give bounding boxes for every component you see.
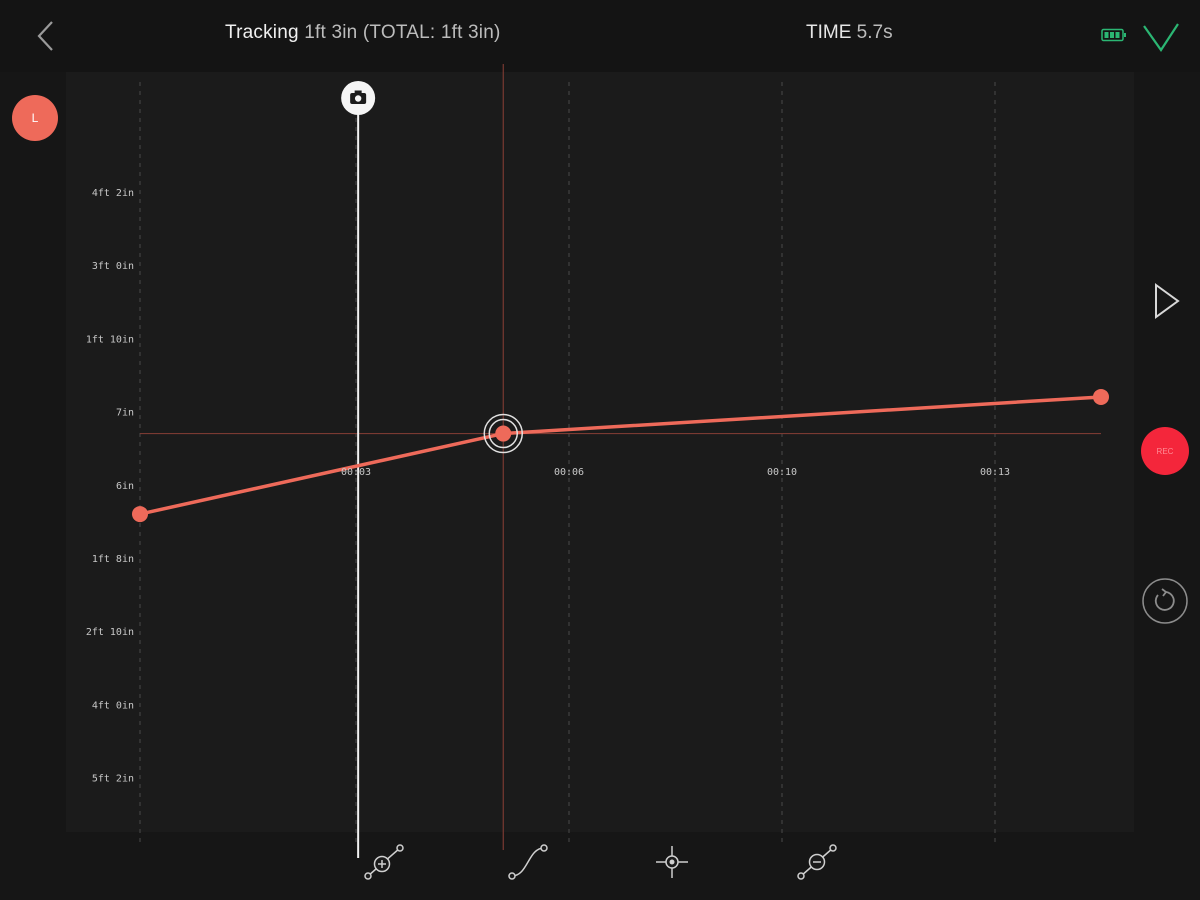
add-keyframe-icon	[364, 844, 404, 880]
time-value: 5.7s	[856, 22, 893, 43]
curve-button[interactable]	[506, 840, 550, 884]
play-button[interactable]	[1146, 280, 1186, 322]
back-button[interactable]	[28, 16, 64, 56]
time-readout: TIME 5.7s	[806, 22, 893, 44]
top-bar: Tracking 1ft 3in (TOTAL: 1ft 3in) TIME 5…	[0, 0, 1200, 72]
record-button[interactable]: REC	[1141, 427, 1189, 475]
checkmark-icon	[1143, 23, 1179, 52]
add-keyframe-button[interactable]	[362, 840, 406, 884]
chevron-left-icon	[37, 21, 53, 51]
remove-keyframe-button[interactable]	[795, 840, 839, 884]
tracking-label: Tracking	[225, 22, 299, 43]
tracking-title: Tracking 1ft 3in (TOTAL: 1ft 3in)	[225, 22, 501, 44]
app-root: Tracking 1ft 3in (TOTAL: 1ft 3in) TIME 5…	[0, 0, 1200, 900]
reset-icon	[1142, 578, 1188, 624]
lens-badge[interactable]: L	[12, 95, 58, 141]
crosshair-icon	[656, 846, 688, 878]
time-label: TIME	[806, 22, 852, 43]
record-label: REC	[1156, 446, 1174, 456]
center-button[interactable]	[650, 840, 694, 884]
play-icon	[1155, 283, 1180, 319]
tracking-value: 1ft 3in (TOTAL: 1ft 3in)	[304, 22, 501, 43]
battery-icon	[1101, 28, 1126, 42]
confirm-button[interactable]	[1140, 16, 1182, 56]
chart-plot-area[interactable]	[66, 72, 1134, 832]
reset-button[interactable]	[1140, 576, 1190, 626]
curve-icon	[508, 844, 548, 880]
remove-keyframe-icon	[797, 844, 837, 880]
